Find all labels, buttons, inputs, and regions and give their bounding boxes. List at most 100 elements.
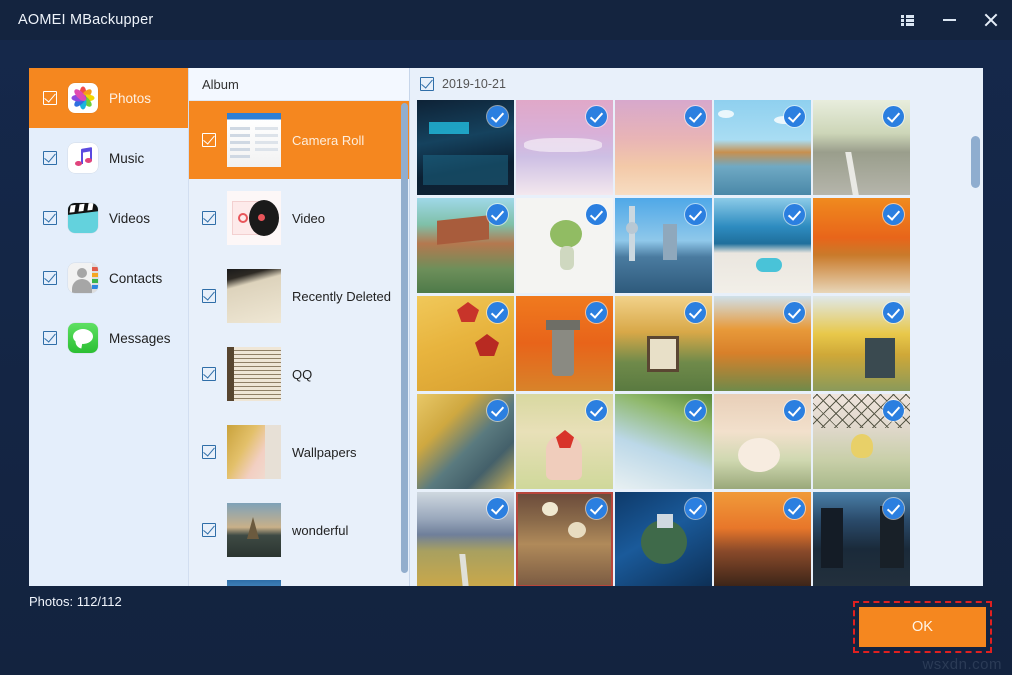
photo-thumbnail[interactable] [813, 100, 910, 195]
sidebar-item-messages[interactable]: Messages [29, 308, 188, 368]
photo-thumbnail[interactable] [714, 492, 811, 586]
photo-thumbnail[interactable] [615, 296, 712, 391]
photo-thumbnail[interactable] [714, 100, 811, 195]
photo-selected-badge[interactable] [784, 106, 805, 127]
close-button[interactable] [970, 0, 1012, 40]
photo-selected-badge[interactable] [586, 204, 607, 225]
photo-selected-badge[interactable] [586, 106, 607, 127]
sidebar-item-photos[interactable]: Photos [29, 68, 188, 128]
checkbox-date-group[interactable] [420, 77, 434, 91]
menu-button[interactable] [886, 0, 928, 40]
photo-selected-badge[interactable] [883, 106, 904, 127]
ok-button[interactable]: OK [859, 607, 986, 647]
photo-thumbnail[interactable] [516, 198, 613, 293]
photo-thumbnail[interactable] [714, 394, 811, 489]
list-icon [901, 15, 914, 26]
photo-selected-badge[interactable] [883, 302, 904, 323]
album-header: Album [189, 68, 409, 101]
photo-selected-badge[interactable] [487, 498, 508, 519]
photo-selected-badge[interactable] [586, 400, 607, 421]
photo-selected-badge[interactable] [784, 302, 805, 323]
photo-selected-badge[interactable] [685, 302, 706, 323]
photo-thumbnail[interactable] [615, 394, 712, 489]
checkbox-wonderful[interactable] [202, 523, 216, 537]
sidebar-item-music[interactable]: Music [29, 128, 188, 188]
photo-thumbnail[interactable] [417, 492, 514, 586]
sidebar-item-contacts[interactable]: Contacts [29, 248, 188, 308]
checkbox-videos[interactable] [43, 211, 57, 225]
category-sidebar: Photos Music Videos [29, 68, 188, 586]
photo-thumbnail[interactable] [813, 492, 910, 586]
photo-thumbnail[interactable] [516, 100, 613, 195]
photo-selected-badge[interactable] [784, 498, 805, 519]
photo-grid-scrollbar[interactable] [971, 136, 980, 188]
photo-selected-badge[interactable] [685, 400, 706, 421]
application-window: AOMEI MBackupper [0, 0, 1012, 675]
album-item-qq[interactable]: QQ [189, 335, 409, 413]
photo-selected-badge[interactable] [487, 106, 508, 127]
album-thumbnail [227, 503, 281, 557]
photo-thumbnail[interactable] [714, 296, 811, 391]
photo-selected-badge[interactable] [487, 400, 508, 421]
album-item-recently-deleted[interactable]: Recently Deleted [189, 257, 409, 335]
watermark: wsxdn.com [922, 656, 1002, 673]
photo-selected-badge[interactable] [586, 498, 607, 519]
photo-selected-badge[interactable] [685, 106, 706, 127]
photo-selected-badge[interactable] [487, 204, 508, 225]
title-bar: AOMEI MBackupper [0, 0, 1012, 40]
ok-button-highlight: OK [853, 601, 992, 653]
checkbox-music[interactable] [43, 151, 57, 165]
album-item-wonderful[interactable]: wonderful [189, 491, 409, 569]
album-thumbnail [227, 113, 281, 167]
checkbox-camera-roll[interactable] [202, 133, 216, 147]
checkbox-recently-deleted[interactable] [202, 289, 216, 303]
photo-selected-badge[interactable] [586, 302, 607, 323]
photo-thumbnail[interactable] [813, 198, 910, 293]
album-thumbnail [227, 347, 281, 401]
checkbox-wallpapers[interactable] [202, 445, 216, 459]
checkbox-video[interactable] [202, 211, 216, 225]
photo-thumbnail[interactable] [516, 296, 613, 391]
photo-thumbnail[interactable] [615, 198, 712, 293]
photo-thumbnail[interactable] [516, 394, 613, 489]
checkbox-photos[interactable] [43, 91, 57, 105]
photo-selected-badge[interactable] [685, 498, 706, 519]
sidebar-label-music: Music [109, 151, 144, 166]
photo-thumbnail[interactable] [516, 492, 613, 586]
photo-thumbnail[interactable] [813, 394, 910, 489]
photo-selected-badge[interactable] [685, 204, 706, 225]
album-label-camera-roll: Camera Roll [292, 133, 364, 148]
photo-selected-badge[interactable] [784, 400, 805, 421]
album-thumbnail [227, 425, 281, 479]
photo-selected-badge[interactable] [784, 204, 805, 225]
album-item-wallpapers[interactable]: Wallpapers [189, 413, 409, 491]
album-list-panel: Album Camera Roll [188, 68, 410, 586]
sidebar-item-videos[interactable]: Videos [29, 188, 188, 248]
minimize-button[interactable] [928, 0, 970, 40]
photo-selected-badge[interactable] [883, 400, 904, 421]
date-group-header[interactable]: 2019-10-21 [410, 68, 983, 100]
checkbox-messages[interactable] [43, 331, 57, 345]
photo-thumbnail[interactable] [417, 394, 514, 489]
app-title: AOMEI MBackupper [18, 12, 153, 28]
photo-selected-badge[interactable] [487, 302, 508, 323]
checkbox-qq[interactable] [202, 367, 216, 381]
photo-selected-badge[interactable] [883, 498, 904, 519]
photo-thumbnail[interactable] [714, 198, 811, 293]
checkbox-contacts[interactable] [43, 271, 57, 285]
photo-thumbnail[interactable] [615, 492, 712, 586]
album-scrollbar[interactable] [401, 103, 408, 573]
photo-thumbnail[interactable] [615, 100, 712, 195]
photo-selected-badge[interactable] [883, 204, 904, 225]
sidebar-label-videos: Videos [109, 211, 150, 226]
album-item-partial[interactable] [189, 569, 409, 586]
photo-thumbnail[interactable] [417, 296, 514, 391]
photo-thumbnail[interactable] [813, 296, 910, 391]
photo-thumbnail[interactable] [417, 198, 514, 293]
sidebar-label-photos: Photos [109, 91, 151, 106]
album-item-video[interactable]: Video [189, 179, 409, 257]
album-thumbnail [227, 269, 281, 323]
photo-grid-panel: 2019-10-21 [410, 68, 983, 586]
photo-thumbnail[interactable] [417, 100, 514, 195]
album-item-camera-roll[interactable]: Camera Roll [189, 101, 409, 179]
